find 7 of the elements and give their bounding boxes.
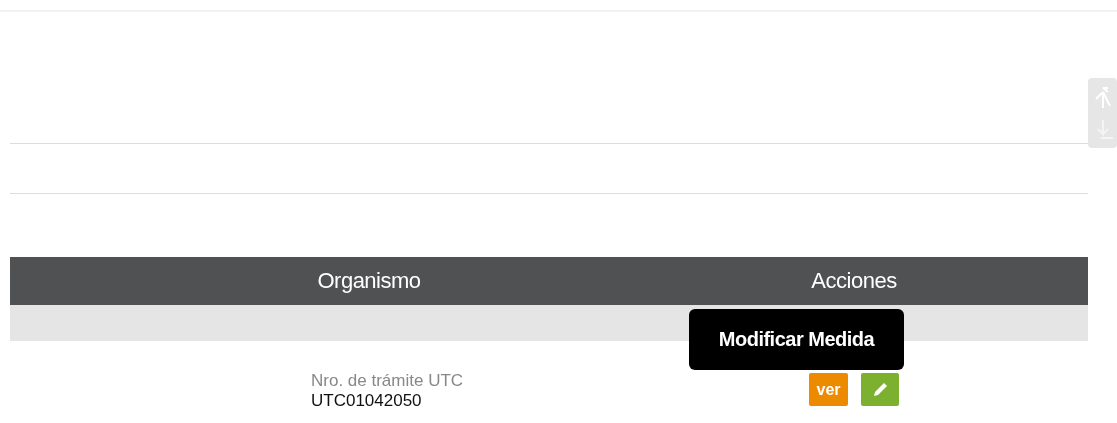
field-label: Nro. de trámite UTC xyxy=(311,371,465,391)
column-header: Acciones xyxy=(810,268,898,294)
field-value: UTC01042050 xyxy=(311,391,423,411)
view-button[interactable]: ver xyxy=(809,373,848,406)
column-header: Organismo xyxy=(316,268,422,294)
tooltip: Modificar Medida xyxy=(689,309,904,370)
edit-button[interactable] xyxy=(860,373,899,406)
